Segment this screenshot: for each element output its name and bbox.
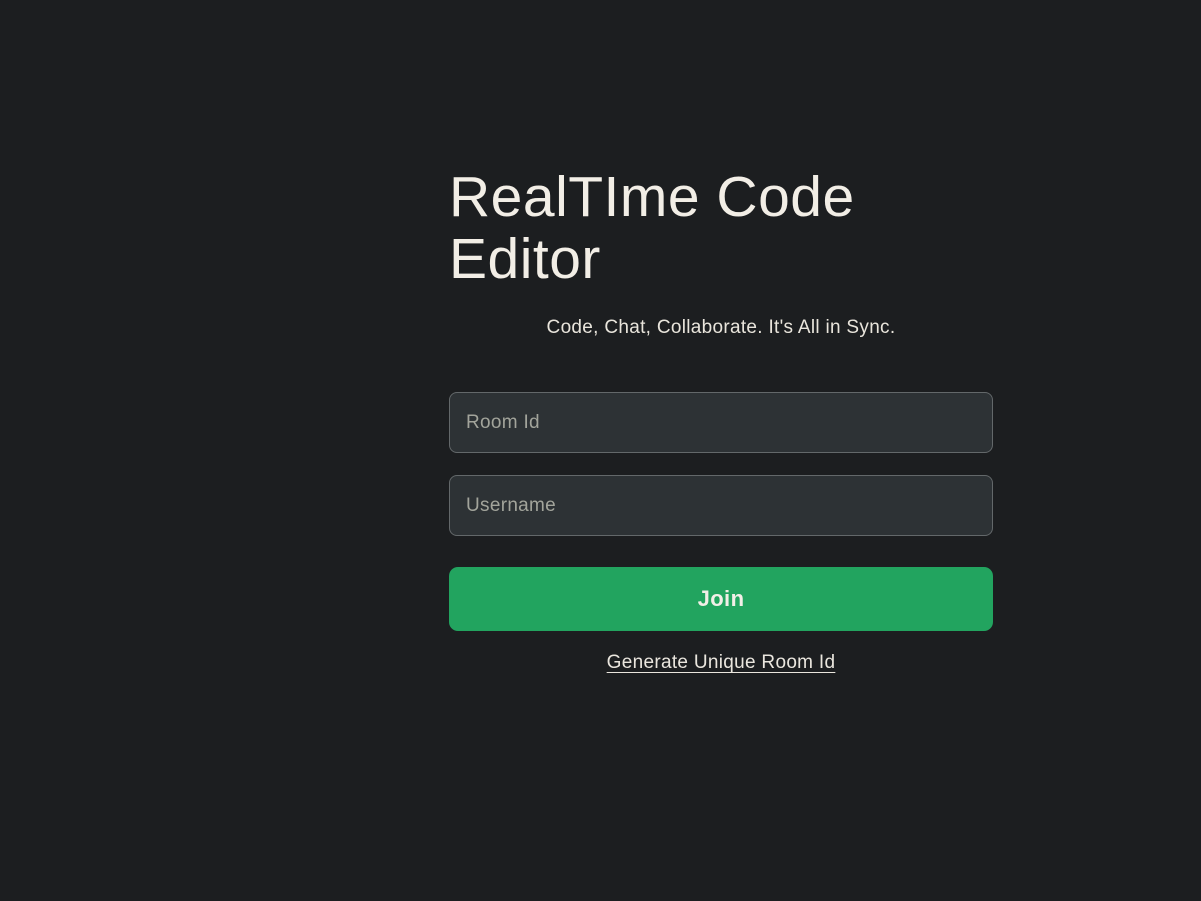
generate-room-id-link[interactable]: Generate Unique Room Id	[607, 652, 836, 673]
join-panel: RealTIme Code Editor Code, Chat, Collabo…	[449, 166, 993, 674]
username-input[interactable]	[449, 475, 993, 536]
generate-row: Generate Unique Room Id	[449, 652, 993, 674]
join-form: Join Generate Unique Room Id	[449, 392, 993, 674]
room-id-input[interactable]	[449, 392, 993, 453]
page-subtitle: Code, Chat, Collaborate. It's All in Syn…	[449, 317, 993, 339]
page-title: RealTIme Code Editor	[449, 166, 993, 290]
join-button[interactable]: Join	[449, 567, 993, 631]
